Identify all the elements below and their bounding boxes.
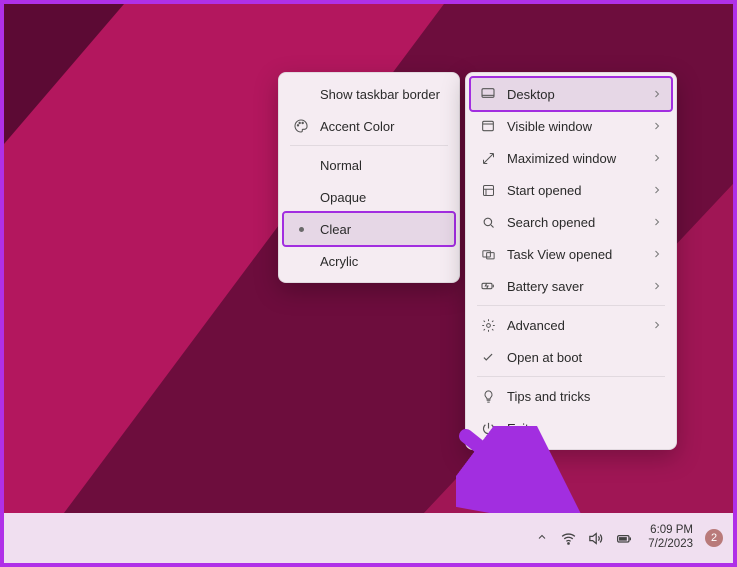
chevron-right-icon <box>651 120 663 132</box>
menu-item-maximized-window[interactable]: Maximized window <box>471 142 671 174</box>
badge-count: 2 <box>711 532 717 544</box>
window-icon <box>477 118 499 134</box>
tray-icons[interactable] <box>560 530 634 547</box>
menu-item-advanced[interactable]: Advanced <box>471 309 671 341</box>
menu-label: Clear <box>320 222 446 237</box>
chevron-right-icon <box>651 248 663 260</box>
taskbar-clock[interactable]: 6:09 PM 7/2/2023 <box>648 524 693 552</box>
menu-label: Battery saver <box>507 279 651 294</box>
menu-item-clear[interactable]: Clear <box>284 213 454 245</box>
power-icon <box>477 421 499 436</box>
tray-overflow-chevron[interactable] <box>532 527 552 550</box>
menu-item-exit[interactable]: Exit <box>471 412 671 444</box>
battery-icon <box>477 278 499 294</box>
chevron-right-icon <box>651 184 663 196</box>
palette-icon <box>290 118 312 134</box>
clock-time: 6:09 PM <box>648 524 693 538</box>
clock-date: 7/2/2023 <box>648 538 693 552</box>
menu-label: Normal <box>320 158 446 173</box>
gear-icon <box>477 318 499 333</box>
sound-icon <box>587 530 604 547</box>
menu-item-show-taskbar-border[interactable]: Show taskbar border <box>284 78 454 110</box>
menu-item-battery-saver[interactable]: Battery saver <box>471 270 671 302</box>
battery-tray-icon <box>614 530 634 547</box>
menu-separator <box>477 305 665 306</box>
menu-separator <box>477 376 665 377</box>
chevron-right-icon <box>651 152 663 164</box>
menu-label: Accent Color <box>320 119 446 134</box>
menu-item-tips[interactable]: Tips and tricks <box>471 380 671 412</box>
search-icon <box>477 215 499 230</box>
menu-label: Maximized window <box>507 151 651 166</box>
chevron-right-icon <box>651 216 663 228</box>
menu-label: Search opened <box>507 215 651 230</box>
menu-label: Task View opened <box>507 247 651 262</box>
menu-label: Start opened <box>507 183 651 198</box>
bullet-icon <box>290 227 312 232</box>
menu-label: Show taskbar border <box>320 87 446 102</box>
menu-item-task-view-opened[interactable]: Task View opened <box>471 238 671 270</box>
menu-item-acrylic[interactable]: Acrylic <box>284 245 454 277</box>
desktop-icon <box>477 86 499 102</box>
menu-label: Visible window <box>507 119 651 134</box>
maximize-icon <box>477 151 499 166</box>
check-icon <box>477 350 499 364</box>
wifi-icon <box>560 530 577 547</box>
menu-item-visible-window[interactable]: Visible window <box>471 110 671 142</box>
notification-badge[interactable]: 2 <box>705 529 723 547</box>
menu-label: Open at boot <box>507 350 663 365</box>
chevron-right-icon <box>651 319 663 331</box>
chevron-right-icon <box>651 280 663 292</box>
menu-label: Tips and tricks <box>507 389 663 404</box>
menu-item-open-at-boot[interactable]: Open at boot <box>471 341 671 373</box>
task-view-icon <box>477 247 499 262</box>
context-submenu-transparency: Show taskbar border Accent Color Normal … <box>278 72 460 283</box>
menu-label: Advanced <box>507 318 651 333</box>
taskbar: 6:09 PM 7/2/2023 2 <box>4 513 733 563</box>
menu-item-search-opened[interactable]: Search opened <box>471 206 671 238</box>
menu-label: Acrylic <box>320 254 446 269</box>
bulb-icon <box>477 389 499 404</box>
menu-item-start-opened[interactable]: Start opened <box>471 174 671 206</box>
context-menu-main: Desktop Visible window Maximized window … <box>465 72 677 450</box>
menu-label: Exit <box>507 421 663 436</box>
start-icon <box>477 183 499 198</box>
menu-item-desktop[interactable]: Desktop <box>471 78 671 110</box>
menu-item-normal[interactable]: Normal <box>284 149 454 181</box>
menu-label: Desktop <box>507 87 651 102</box>
menu-label: Opaque <box>320 190 446 205</box>
menu-separator <box>290 145 448 146</box>
menu-item-accent-color[interactable]: Accent Color <box>284 110 454 142</box>
chevron-right-icon <box>651 88 663 100</box>
menu-item-opaque[interactable]: Opaque <box>284 181 454 213</box>
